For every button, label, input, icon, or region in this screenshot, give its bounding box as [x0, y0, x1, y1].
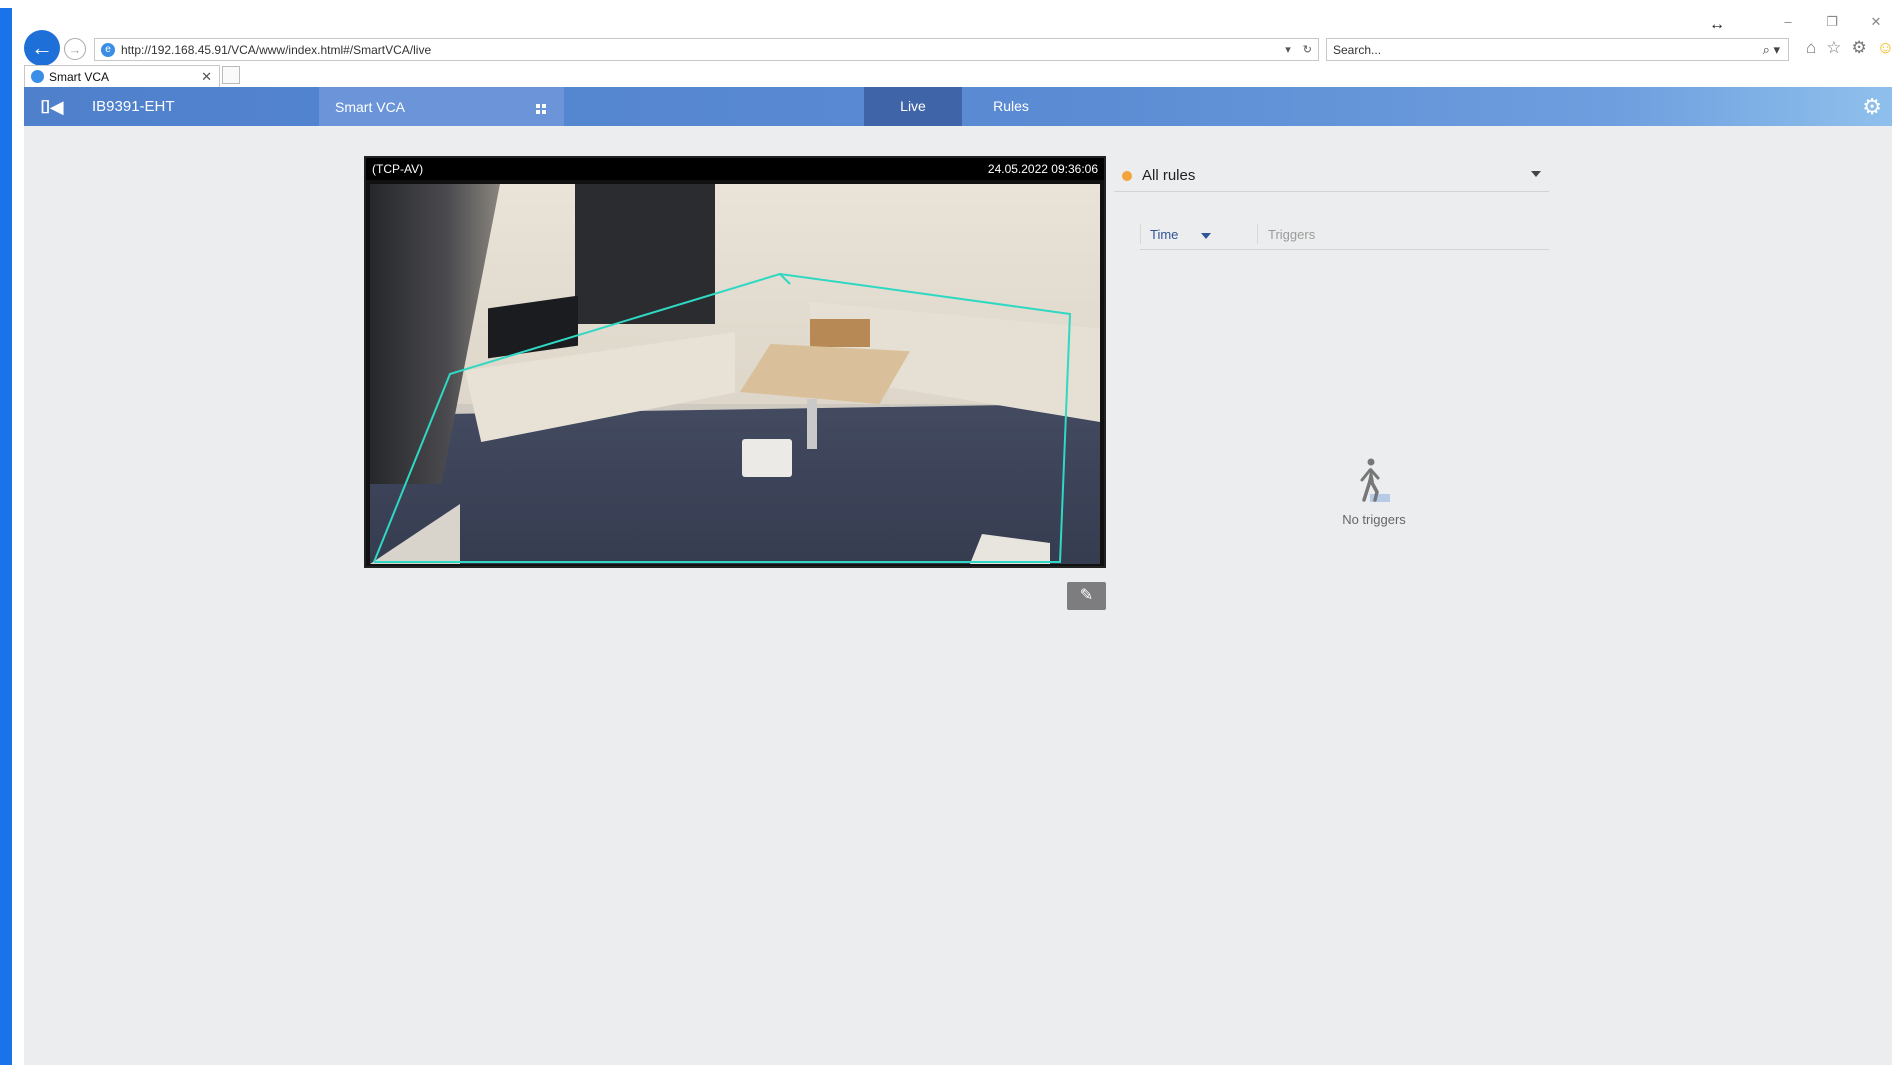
address-bar[interactable]: e http://192.168.45.91/VCA/www/index.htm…: [94, 38, 1319, 61]
tab-site-icon: [31, 70, 44, 83]
triggers-list-header: Time Triggers: [1140, 220, 1549, 250]
home-icon[interactable]: ⌂: [1806, 38, 1816, 58]
sort-caret-icon[interactable]: [1201, 233, 1211, 239]
restore-button[interactable]: ❐: [1824, 14, 1840, 30]
window-controls: – ❐ ✕: [1780, 14, 1884, 30]
smiley-icon[interactable]: ☺: [1877, 38, 1892, 58]
window-edge: [0, 8, 12, 1065]
tool-button[interactable]: ✎: [1067, 582, 1106, 610]
device-name: IB9391-EHT: [92, 98, 175, 115]
rules-filter-label: All rules: [1142, 167, 1196, 184]
stream-source: (TCP-AV): [372, 162, 424, 176]
app-header: ⌷◀ IB9391-EHT Smart VCA Live Rules ⚙: [24, 87, 1892, 126]
triggers-column-header: Triggers: [1268, 227, 1316, 242]
close-icon[interactable]: ✕: [201, 69, 219, 85]
video-info-bar: (TCP-AV) 24.05.2022 09:36:06: [366, 158, 1104, 180]
close-window-button[interactable]: ✕: [1868, 14, 1884, 30]
search-box[interactable]: Search... ⌕ ▾: [1326, 38, 1789, 61]
camera-logo-icon: ⌷◀: [40, 97, 64, 117]
browser-tab[interactable]: Smart VCA ✕: [24, 65, 220, 87]
minimize-button[interactable]: –: [1780, 14, 1796, 30]
arrow-right-icon: →: [68, 41, 82, 57]
grid-menu-icon[interactable]: [536, 104, 546, 114]
forward-button[interactable]: →: [64, 38, 86, 60]
arrow-left-icon: ←: [31, 35, 53, 60]
refresh-icon[interactable]: ↻: [1303, 43, 1312, 56]
video-timestamp: 24.05.2022 09:36:06: [987, 162, 1098, 176]
walking-person-icon: [1344, 456, 1404, 510]
time-column-header[interactable]: Time: [1150, 227, 1178, 242]
resize-icon: ↔: [1709, 16, 1725, 33]
rules-filter-dropdown[interactable]: All rules: [1114, 160, 1549, 192]
camera-image: [370, 184, 1100, 564]
search-icon[interactable]: ⌕ ▾: [1763, 42, 1788, 58]
status-dot: [1122, 171, 1132, 181]
content-area: (TCP-AV) 24.05.2022 09:36:06 ✎ All rules…: [24, 126, 1892, 1065]
star-icon[interactable]: ☆: [1826, 38, 1841, 58]
site-icon: e: [101, 42, 115, 57]
tab-title: Smart VCA: [49, 69, 110, 84]
new-tab-button[interactable]: [222, 66, 240, 84]
address-url[interactable]: http://192.168.45.91/VCA/www/index.html#…: [121, 43, 1285, 57]
empty-state-label: No triggers: [1342, 512, 1406, 527]
tab-live[interactable]: Live: [864, 87, 962, 126]
back-button[interactable]: ←: [24, 30, 60, 66]
tab-rules[interactable]: Rules: [962, 87, 1060, 126]
browser-toolbar: ⌂ ☆ ⚙ ☺: [1806, 38, 1892, 58]
chevron-down-icon[interactable]: ▾: [1285, 43, 1291, 56]
chevron-down-icon: [1531, 171, 1541, 177]
app-section-label: Smart VCA: [335, 99, 406, 115]
live-video[interactable]: (TCP-AV) 24.05.2022 09:36:06: [364, 156, 1106, 568]
empty-state: No triggers: [1314, 456, 1434, 527]
search-input[interactable]: Search...: [1333, 43, 1763, 57]
settings-icon[interactable]: ⚙: [1862, 94, 1882, 120]
app-section-menu[interactable]: Smart VCA: [319, 87, 564, 126]
wrench-icon: ✎: [1079, 587, 1094, 604]
detection-zone: [373, 272, 1072, 563]
gear-icon[interactable]: ⚙: [1852, 38, 1867, 58]
